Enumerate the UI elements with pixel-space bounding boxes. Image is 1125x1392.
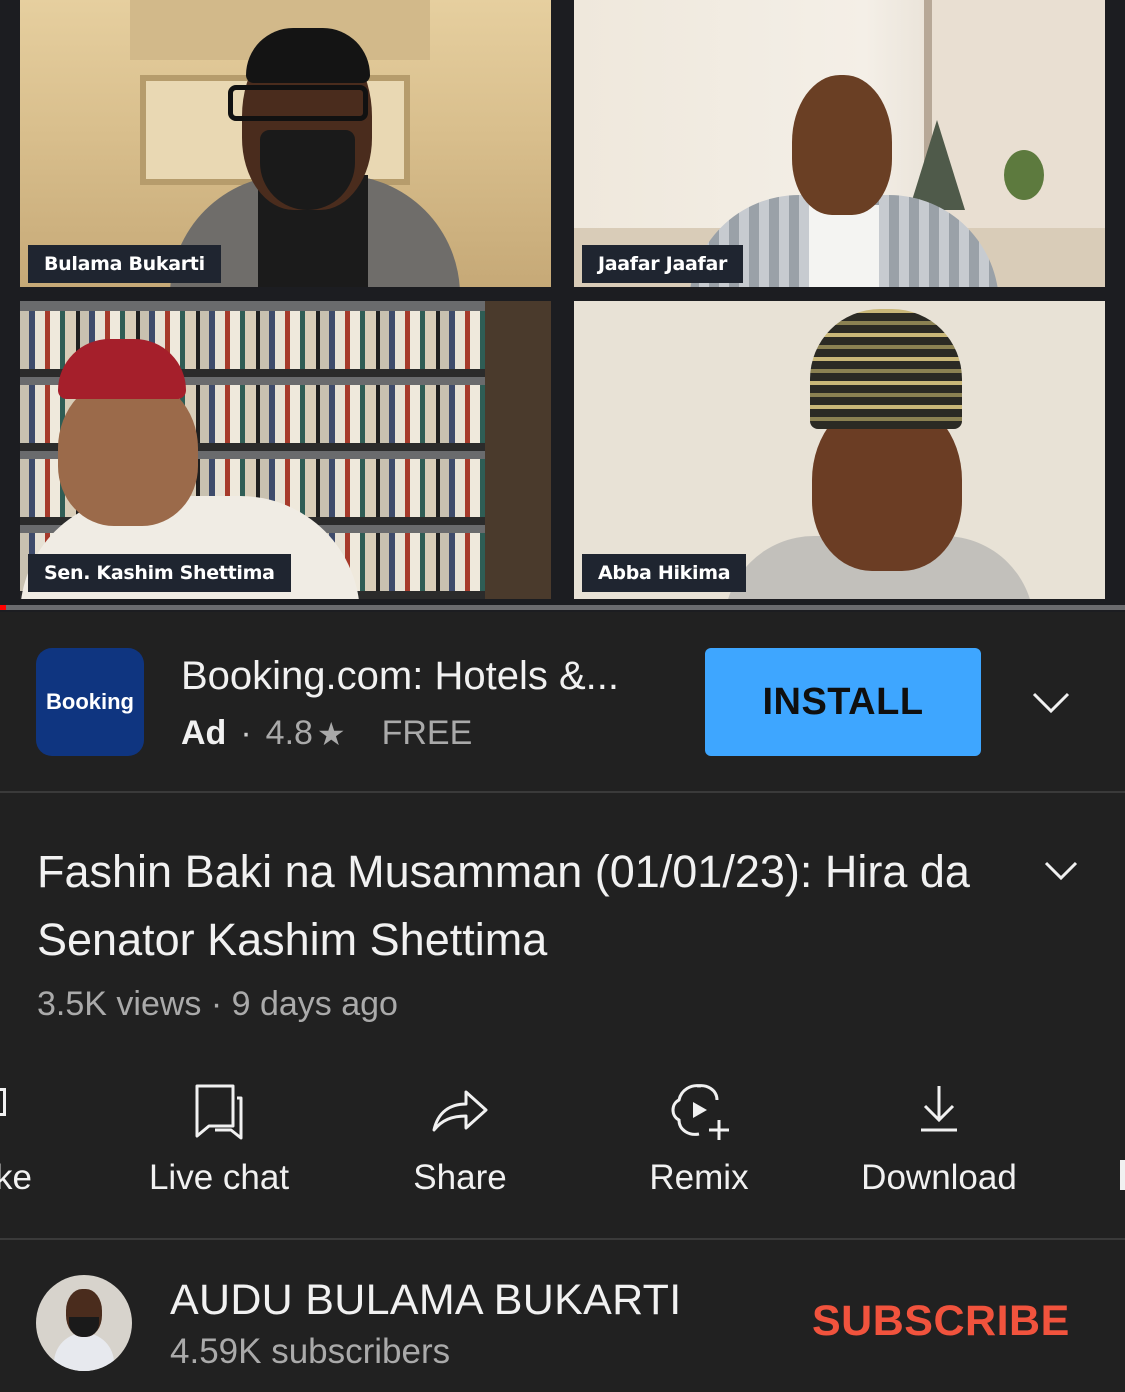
participant-face [792, 75, 892, 215]
participant-tile: Abba Hikima [574, 301, 1105, 599]
live-chat-icon [195, 1084, 243, 1140]
glasses [228, 85, 368, 121]
separator: · [240, 714, 252, 752]
live-chat-button[interactable]: Live chat [109, 1060, 329, 1220]
ad-label: Ad [181, 714, 227, 752]
action-label: Remix [649, 1158, 749, 1197]
ad-banner[interactable]: Booking Booking.com: Hotels &... Ad · 4.… [0, 612, 1125, 793]
chevron-down-icon[interactable] [1040, 850, 1082, 892]
partial-glyph [1120, 1160, 1125, 1190]
action-label: Live chat [148, 1158, 290, 1197]
plant [1004, 150, 1044, 200]
subscribe-button[interactable]: SUBSCRIBE [812, 1297, 1070, 1346]
channel-name[interactable]: AUDU BULAMA BUKARTI [170, 1276, 681, 1325]
cabinet [485, 301, 551, 599]
avatar[interactable] [36, 1275, 132, 1371]
chevron-down-icon[interactable] [1028, 680, 1074, 726]
participant-tile: Jaafar Jaafar [574, 0, 1105, 287]
remix-icon [671, 1084, 729, 1140]
avatar-shirt [54, 1333, 114, 1371]
remix-button[interactable]: Remix [589, 1060, 809, 1220]
video-stats: 3.5K views · 9 days ago [37, 985, 398, 1023]
shirt [809, 205, 879, 287]
participant-name-tag: Sen. Kashim Shettima [28, 554, 291, 592]
participant-tile: Bulama Bukarti [20, 0, 551, 287]
decor-tree [909, 120, 965, 210]
star-icon: ★ [316, 715, 346, 752]
booking-logo: Booking [36, 648, 144, 756]
subscriber-count: 4.59K subscribers [170, 1332, 451, 1371]
install-button[interactable]: INSTALL [705, 648, 981, 756]
next-action-partial[interactable] [1112, 1060, 1125, 1220]
download-icon [921, 1086, 957, 1132]
action-label: Download [861, 1158, 1017, 1197]
participant-tile: Sen. Kashim Shettima [20, 301, 551, 599]
progress-bar[interactable] [0, 605, 1125, 610]
video-title[interactable]: Fashin Baki na Musamman (01/01/23): Hira… [37, 838, 997, 974]
share-button[interactable]: Share [350, 1060, 570, 1220]
channel-row[interactable]: AUDU BULAMA BUKARTI 4.59K subscribers SU… [0, 1242, 1125, 1392]
participant-name-tag: Bulama Bukarti [28, 245, 221, 283]
action-label: Share [413, 1158, 507, 1197]
action-bar: Live chat Share Remix Download [0, 1060, 1125, 1240]
participant-name-tag: Abba Hikima [582, 554, 747, 592]
download-button[interactable]: Download [829, 1060, 1049, 1220]
share-icon [432, 1090, 488, 1132]
cap [810, 309, 962, 429]
ad-rating: 4.8 [265, 714, 313, 752]
ad-title[interactable]: Booking.com: Hotels &... [181, 654, 619, 699]
ad-price: FREE [381, 714, 473, 752]
progress-fill [0, 605, 6, 610]
ad-meta: Ad · 4.8 ★ FREE [181, 714, 472, 753]
participant-name-tag: Jaafar Jaafar [582, 245, 744, 283]
video-player[interactable]: Bulama Bukarti Jaafar Jaafar Sen. Kashim… [0, 0, 1125, 612]
